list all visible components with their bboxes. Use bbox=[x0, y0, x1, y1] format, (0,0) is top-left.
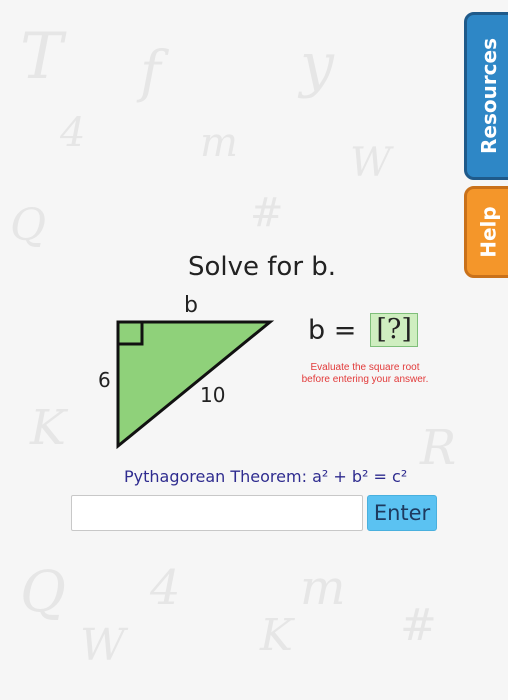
background-glyph: T bbox=[20, 20, 63, 94]
equation: b = [?] bbox=[308, 313, 418, 347]
right-triangle-diagram: b 6 10 bbox=[98, 293, 275, 450]
triangle-top-label: b bbox=[184, 293, 198, 318]
background-glyph: m bbox=[300, 560, 346, 616]
background-glyph: K bbox=[30, 400, 66, 456]
theorem-label: Pythagorean Theorem: bbox=[124, 467, 307, 486]
background-glyph: y bbox=[300, 30, 334, 100]
background-glyph: # bbox=[400, 600, 437, 651]
hint-text: Evaluate the square root before entering… bbox=[301, 362, 429, 385]
resources-tab-label: Resources bbox=[477, 37, 502, 155]
background-glyph: K bbox=[260, 610, 293, 661]
background-glyph: 4 bbox=[150, 560, 181, 616]
help-tab-label: Help bbox=[477, 206, 502, 258]
background-glyph: R bbox=[420, 420, 457, 476]
background-glyph: W bbox=[350, 140, 392, 186]
background-glyph: # bbox=[250, 190, 284, 236]
equation-lhs: b = bbox=[308, 314, 357, 346]
enter-button[interactable]: Enter bbox=[367, 495, 437, 531]
answer-input[interactable] bbox=[71, 495, 363, 531]
help-tab[interactable]: Help bbox=[464, 186, 508, 278]
background-glyph: Q bbox=[20, 560, 66, 625]
background-glyph: 4 bbox=[60, 110, 86, 156]
resources-tab[interactable]: Resources bbox=[464, 12, 508, 180]
background-glyph: m bbox=[200, 120, 238, 166]
answer-placeholder: [?] bbox=[370, 313, 418, 347]
triangle-hypotenuse-label: 10 bbox=[200, 383, 225, 407]
background-glyph: f bbox=[140, 40, 161, 105]
triangle-left-label: 6 bbox=[98, 368, 111, 392]
theorem-formula: a² + b² = c² bbox=[312, 467, 408, 486]
background-glyph: Q bbox=[10, 200, 47, 251]
problem-title: Solve for b. bbox=[188, 252, 337, 282]
background-glyph: W bbox=[80, 620, 126, 671]
theorem-text: Pythagorean Theorem: a² + b² = c² bbox=[124, 467, 407, 486]
